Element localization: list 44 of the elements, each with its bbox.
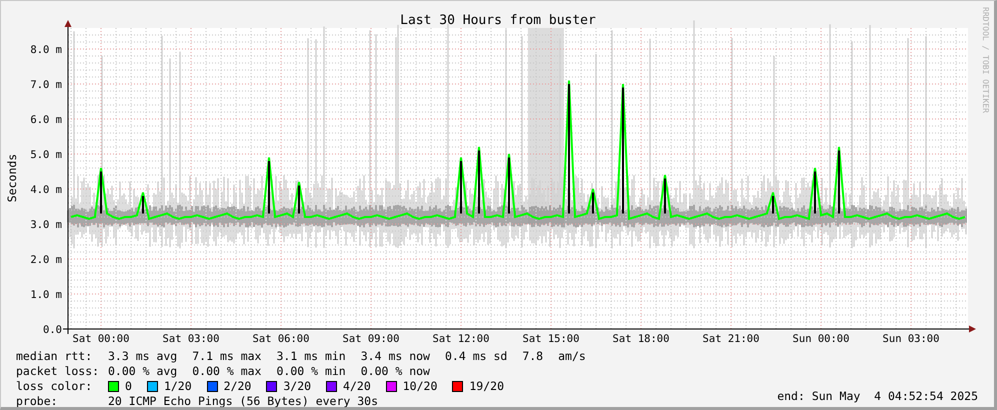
- legend-label: packet loss:: [16, 364, 100, 379]
- y-axis-label: Seconds: [5, 154, 19, 202]
- y-tick-label: 0.0: [43, 324, 62, 336]
- legend-value: 10/20: [402, 379, 438, 394]
- legend-value: 0.00 % avg: [108, 364, 178, 379]
- legend-value: 3.1 ms min: [276, 349, 346, 364]
- legend-value: 1/20: [164, 379, 192, 394]
- x-tick-label: Sat 03:00: [162, 333, 220, 345]
- legend-label: loss color:: [16, 379, 94, 394]
- legend-value: 7.1 ms max: [192, 349, 262, 364]
- y-tick-label: 8.0 m: [30, 44, 62, 56]
- end-time: end: Sun May 4 04:52:54 2025: [777, 389, 978, 403]
- legend-label: median rtt:: [16, 349, 94, 364]
- x-tick-label: Sat 15:00: [522, 333, 580, 345]
- x-tick-label: Sun 00:00: [792, 333, 850, 345]
- legend-value: 2/20: [224, 379, 252, 394]
- x-tick-label: Sat 06:00: [252, 333, 310, 345]
- legend-value: am/s: [558, 349, 586, 364]
- y-tick-label: 7.0 m: [30, 79, 62, 91]
- legend-value: 4/20: [343, 379, 371, 394]
- y-tick-label: 1.0 m: [30, 289, 62, 301]
- legend-value: 3.3 ms avg: [108, 349, 178, 364]
- x-tick-label: Sat 18:00: [612, 333, 670, 345]
- legend-value: 0.00 % max: [192, 364, 262, 379]
- legend-value: 0.4 ms sd: [445, 349, 508, 364]
- x-tick-label: Sat 09:00: [342, 333, 400, 345]
- credit-text: RRDTOOL / TOBI OETIKER: [981, 7, 990, 113]
- y-tick-label: 5.0 m: [30, 149, 62, 161]
- legend-value: 0: [125, 379, 132, 394]
- x-tick-label: Sun 03:00: [882, 333, 940, 345]
- chart-title: Last 30 Hours from buster: [400, 13, 596, 28]
- legend-value: 19/20: [469, 379, 504, 394]
- legend-value: 3/20: [283, 379, 312, 394]
- legend-value: 0.00 % now: [360, 364, 430, 379]
- x-tick-label: Sat 21:00: [702, 333, 760, 345]
- y-tick-label: 6.0 m: [30, 114, 62, 126]
- y-tick-label: 3.0 m: [30, 219, 62, 231]
- legend-value: 0.00 % min: [276, 364, 346, 379]
- x-tick-label: Sat 00:00: [72, 333, 130, 345]
- y-tick-label: 4.0 m: [30, 184, 62, 196]
- x-tick-label: Sat 12:00: [432, 333, 490, 345]
- y-tick-label: 2.0 m: [30, 254, 62, 266]
- legend-value: 3.4 ms now: [360, 349, 430, 364]
- legend-value: 7.8: [522, 349, 544, 364]
